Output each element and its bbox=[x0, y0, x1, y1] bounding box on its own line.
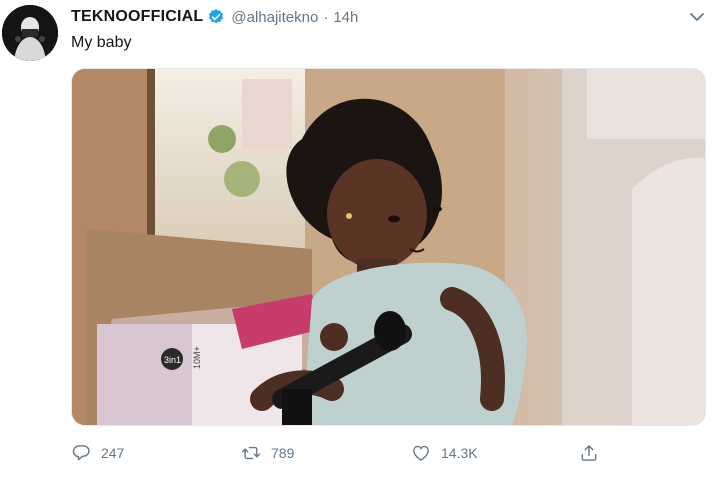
retweet-button[interactable]: 789 bbox=[241, 438, 294, 468]
verified-badge-icon bbox=[207, 8, 225, 26]
reply-count: 247 bbox=[101, 445, 125, 461]
box-label-10m: 10M+ bbox=[192, 346, 202, 369]
retweet-count: 789 bbox=[271, 445, 295, 461]
reply-icon bbox=[72, 445, 90, 461]
like-icon bbox=[413, 445, 429, 461]
tweet-actions: 247 789 14.3K bbox=[71, 438, 711, 468]
like-count: 14.3K bbox=[441, 445, 478, 461]
separator-dot: · bbox=[323, 8, 329, 26]
avatar[interactable] bbox=[2, 5, 58, 61]
chevron-down-icon[interactable] bbox=[688, 10, 706, 24]
reply-button[interactable]: 247 bbox=[71, 438, 124, 468]
tweet-photo[interactable]: 3in1 10M+ bbox=[71, 68, 706, 426]
retweet-icon bbox=[241, 446, 261, 460]
box-label-3in1: 3in1 bbox=[164, 355, 181, 365]
timestamp[interactable]: 14h bbox=[333, 9, 358, 26]
tweet-text: My baby bbox=[71, 34, 132, 51]
display-name[interactable]: TEKNOOFFICIAL bbox=[71, 8, 203, 26]
share-button[interactable] bbox=[579, 438, 599, 468]
tweet[interactable]: TEKNOOFFICIAL @alhajitekno · 14h My baby bbox=[0, 0, 720, 477]
like-button[interactable]: 14.3K bbox=[411, 438, 478, 468]
handle[interactable]: @alhajitekno bbox=[231, 9, 318, 26]
tweet-header: TEKNOOFFICIAL @alhajitekno · 14h bbox=[71, 6, 358, 28]
share-icon bbox=[581, 445, 597, 461]
